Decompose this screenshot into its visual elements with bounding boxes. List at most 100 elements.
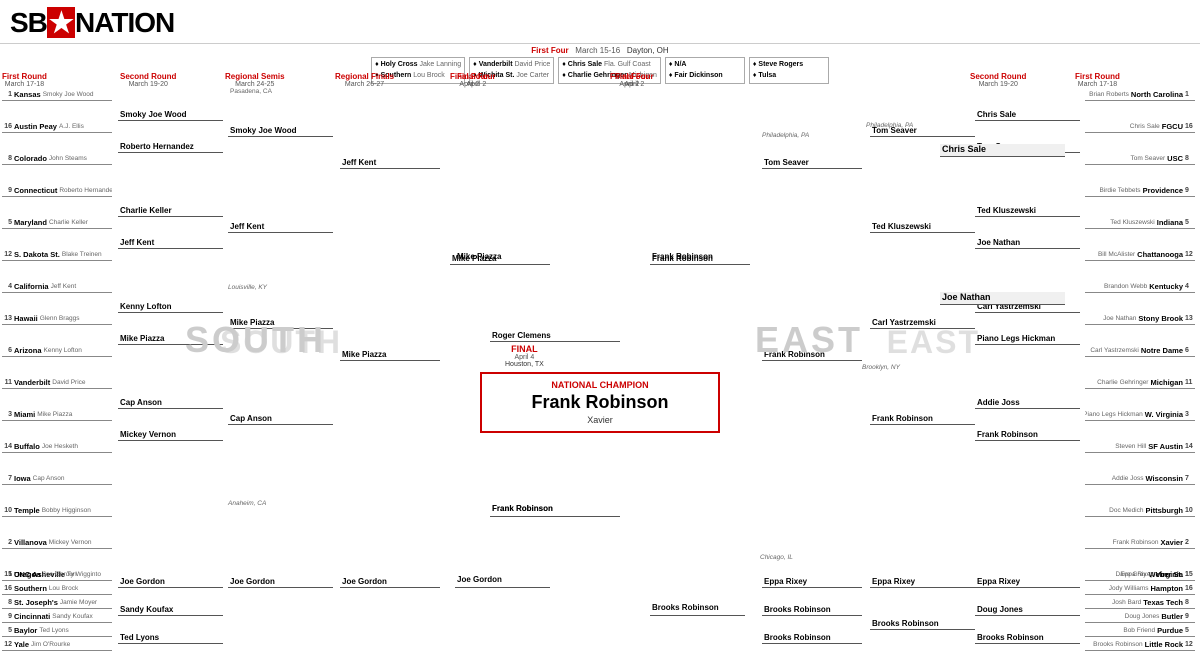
final-four-right-header: Final FourApril 2 — [610, 72, 649, 88]
team-entry-Villanova: 2VillanovaMickey Vernon — [2, 536, 112, 549]
winner-slot-Joe-Nathan: Joe Nathan — [975, 236, 1080, 249]
east-team-Stony-Brook: 13Stony BrookJoe Nathan — [1085, 312, 1195, 325]
mid-team-Texas-Tech: 8Texas TechJosh Bard — [1085, 596, 1195, 609]
location-label: Philadelphia, PA — [762, 132, 809, 139]
location-label: Chicago, IL — [760, 554, 793, 561]
winner-slot-Joe-Gordon: Joe Gordon — [228, 575, 333, 588]
winner-slot-Chris-Sale: Chris Sale — [975, 108, 1080, 121]
team-entry-Oregon: 1OregonJoe Gordon — [2, 568, 112, 581]
winner-slot-Jeff-Kent: Jeff Kent — [340, 156, 440, 169]
header: SB★NATION — [0, 0, 1200, 44]
team-entry-Cincinnati: 9CincinnatiSandy Koufax — [2, 610, 112, 623]
winner-slot-Jeff-Kent: Jeff Kent — [228, 220, 333, 233]
winner-slot-Charlie-Keller: Charlie Keller — [118, 204, 223, 217]
winner-slot-Eppa-Rixey: Eppa Rixey — [870, 575, 975, 588]
winner-slot-Cap-Anson: Cap Anson — [118, 396, 223, 409]
joe-gordon-ff: Joe Gordon — [455, 575, 550, 588]
joe-nathan-featured: Joe Nathan — [940, 292, 1065, 305]
frank-robinson-final-bottom: Frank Robinson — [490, 504, 620, 517]
team-entry-Yale: 12YaleJim O'Rourke — [2, 638, 112, 651]
location-smoky: Pasadena, CA — [230, 88, 272, 95]
team-entry-S.-Dakota-St.: 12S. Dakota St.Blake Treinen — [2, 248, 112, 261]
team-entry-St.-Joseph's: 8St. Joseph'sJamie Moyer — [2, 596, 112, 609]
team-entry-Colorado: 8ColoradoJohn Steams — [2, 152, 112, 165]
team-entry-Connecticut: 9ConnecticutRoberto Hernandez — [2, 184, 112, 197]
final-box: NATIONAL CHAMPION Frank Robinson Xavier — [480, 364, 720, 433]
winner-slot-Brooks-Robinson: Brooks Robinson — [975, 631, 1080, 644]
first-four-games: ♦ Holy Cross Jake Lanning♦ Southern Lou … — [350, 57, 850, 84]
east-team-Wisconsin: 7WisconsinAddie Joss — [1085, 472, 1195, 485]
ts-loc: Philadelphia, PA — [866, 122, 913, 129]
east-team-W.-Virginia: 3W. VirginiaPiano Legs Hickman — [1085, 408, 1195, 421]
team-entry-Kansas: 1KansasSmoky Joe Wood — [2, 88, 112, 101]
winner-slot-Ted-Kluszewski: Ted Kluszewski — [870, 220, 975, 233]
round-header-SecondRound: Second RoundMarch 19-20 — [970, 72, 1026, 88]
round-header-FirstRound: First RoundMarch 17-18 — [1075, 72, 1120, 88]
winner-slot-Roberto-Hernandez: Roberto Hernandez — [118, 140, 223, 153]
winner-slot-Ted-Kluszewski: Ted Kluszewski — [975, 204, 1080, 217]
winner-slot-Brooks-Robinson: Brooks Robinson — [762, 631, 862, 644]
team-entry-Hawaii: 13HawaiiGlenn Braggs — [2, 312, 112, 325]
team-entry-Buffalo: 14BuffaloJoe Hesketh — [2, 440, 112, 453]
first-four-header: First Four March 15-16 Dayton, OH — [350, 46, 850, 55]
winner-slot-Smoky-Joe-Wood: Smoky Joe Wood — [118, 108, 223, 121]
mid-team-Virginia: 1VirginiaEppa Rixey — [1085, 568, 1195, 581]
east-team-Michigan: 11MichiganCharlie Gehringer — [1085, 376, 1195, 389]
winner-slot-Frank-Robinson: Frank Robinson — [975, 428, 1080, 441]
site-logo: SB★NATION — [10, 6, 174, 39]
final-header: FINALApril 4Houston, TX — [505, 344, 544, 368]
team-entry-Temple: 10TempleBobby Higginson — [2, 504, 112, 517]
champion-school: Xavier — [492, 415, 708, 425]
winner-slot-Brooks-Robinson: Brooks Robinson — [870, 617, 975, 630]
winner-slot-Smoky-Joe-Wood: Smoky Joe Wood — [228, 124, 333, 137]
winner-slot-Kenny-Lofton: Kenny Lofton — [118, 300, 223, 313]
winner-slot-Joe-Gordon: Joe Gordon — [340, 575, 440, 588]
winner-slot-Doug-Jones: Doug Jones — [975, 603, 1080, 616]
winner-slot-Eppa-Rixey: Eppa Rixey — [975, 575, 1080, 588]
east-team-Pittsburgh: 10PittsburghDoc Medich — [1085, 504, 1195, 517]
team-entry-Baylor: 5BaylorTed Lyons — [2, 624, 112, 637]
mid-team-Hampton: 16HamptonJody Williams — [1085, 582, 1195, 595]
winner-slot-Piano-Legs-Hickman: Piano Legs Hickman — [975, 332, 1080, 345]
east-region-label: EAST — [887, 324, 980, 361]
winner-slot-Eppa-Rixey: Eppa Rixey — [762, 575, 862, 588]
east-team-North-Carolina: 1North CarolinaBrian Roberts — [1085, 88, 1195, 101]
round-header-RegionalFinals: Regional FinalsMarch 26-27 — [335, 72, 394, 88]
round-header-RegionalSemis: Regional SemisMarch 24-25 — [225, 72, 285, 88]
final-four-left-header: Final FourApril 2 — [450, 72, 489, 88]
team-entry-Austin-Peay: 16Austin PeayA.J. Ellis — [2, 120, 112, 133]
first-four-section: First Four March 15-16 Dayton, OH ♦ Holy … — [350, 46, 850, 84]
round-header-FirstRound: First RoundMarch 17-18 — [2, 72, 47, 88]
champion-name: Frank Robinson — [492, 392, 708, 413]
team-entry-Maryland: 5MarylandCharlie Keller — [2, 216, 112, 229]
ff-game-4: ♦ N/A ♦ Fair Dickinson — [665, 57, 745, 84]
east-team-Indiana: 5IndianaTed Kluszewski — [1085, 216, 1195, 229]
winner-slot-Carl-Yastrzemski: Carl Yastrzemski — [870, 316, 975, 329]
east-team-SF-Austin: 14SF AustinSteven Hill — [1085, 440, 1195, 453]
team-entry-Miami: 3MiamiMike Piazza — [2, 408, 112, 421]
winner-slot-Tom-Seaver: Tom Seaver — [762, 156, 862, 169]
winner-slot-Sandy-Koufax: Sandy Koufax — [118, 603, 223, 616]
team-entry-Southern: 16SouthernLou Brock — [2, 582, 112, 595]
winner-slot-Frank-Robinson: Frank Robinson — [870, 412, 975, 425]
chris-sale-featured: Chris Sale — [940, 144, 1065, 157]
brooks-robinson-ff: Brooks Robinson — [650, 603, 745, 616]
location-label: Anaheim, CA — [228, 500, 266, 507]
mid-team-Little-Rock: 12Little RockBrooks Robinson — [1085, 638, 1195, 651]
team-entry-Arizona: 6ArizonaKenny Lofton — [2, 344, 112, 357]
winner-slot-Jeff-Kent: Jeff Kent — [118, 236, 223, 249]
east-team-USC: 8USCTom Seaver — [1085, 152, 1195, 165]
east-team-Kentucky: 4KentuckyBrandon Webb — [1085, 280, 1195, 293]
frank-robinson-ff: Frank Robinson — [650, 252, 745, 265]
round-header-SecondRound: Second RoundMarch 19-20 — [120, 72, 176, 88]
winner-slot-Mike-Piazza: Mike Piazza — [340, 348, 440, 361]
mid-team-Purdue: 5PurdueBob Friend — [1085, 624, 1195, 637]
winner-slot-Addie-Joss: Addie Joss — [975, 396, 1080, 409]
national-champion-box: NATIONAL CHAMPION Frank Robinson Xavier — [480, 372, 720, 433]
east-label-visible: EAST — [755, 319, 863, 361]
team-entry-Iowa: 7IowaCap Anson — [2, 472, 112, 485]
east-team-Xavier: 2XavierFrank Robinson — [1085, 536, 1195, 549]
east-team-Providence: 9ProvidenceBirdie Tebbets — [1085, 184, 1195, 197]
winner-slot-Mickey-Vernon: Mickey Vernon — [118, 428, 223, 441]
east-team-Chattanooga: 12ChattanoogaBill McAlister — [1085, 248, 1195, 261]
